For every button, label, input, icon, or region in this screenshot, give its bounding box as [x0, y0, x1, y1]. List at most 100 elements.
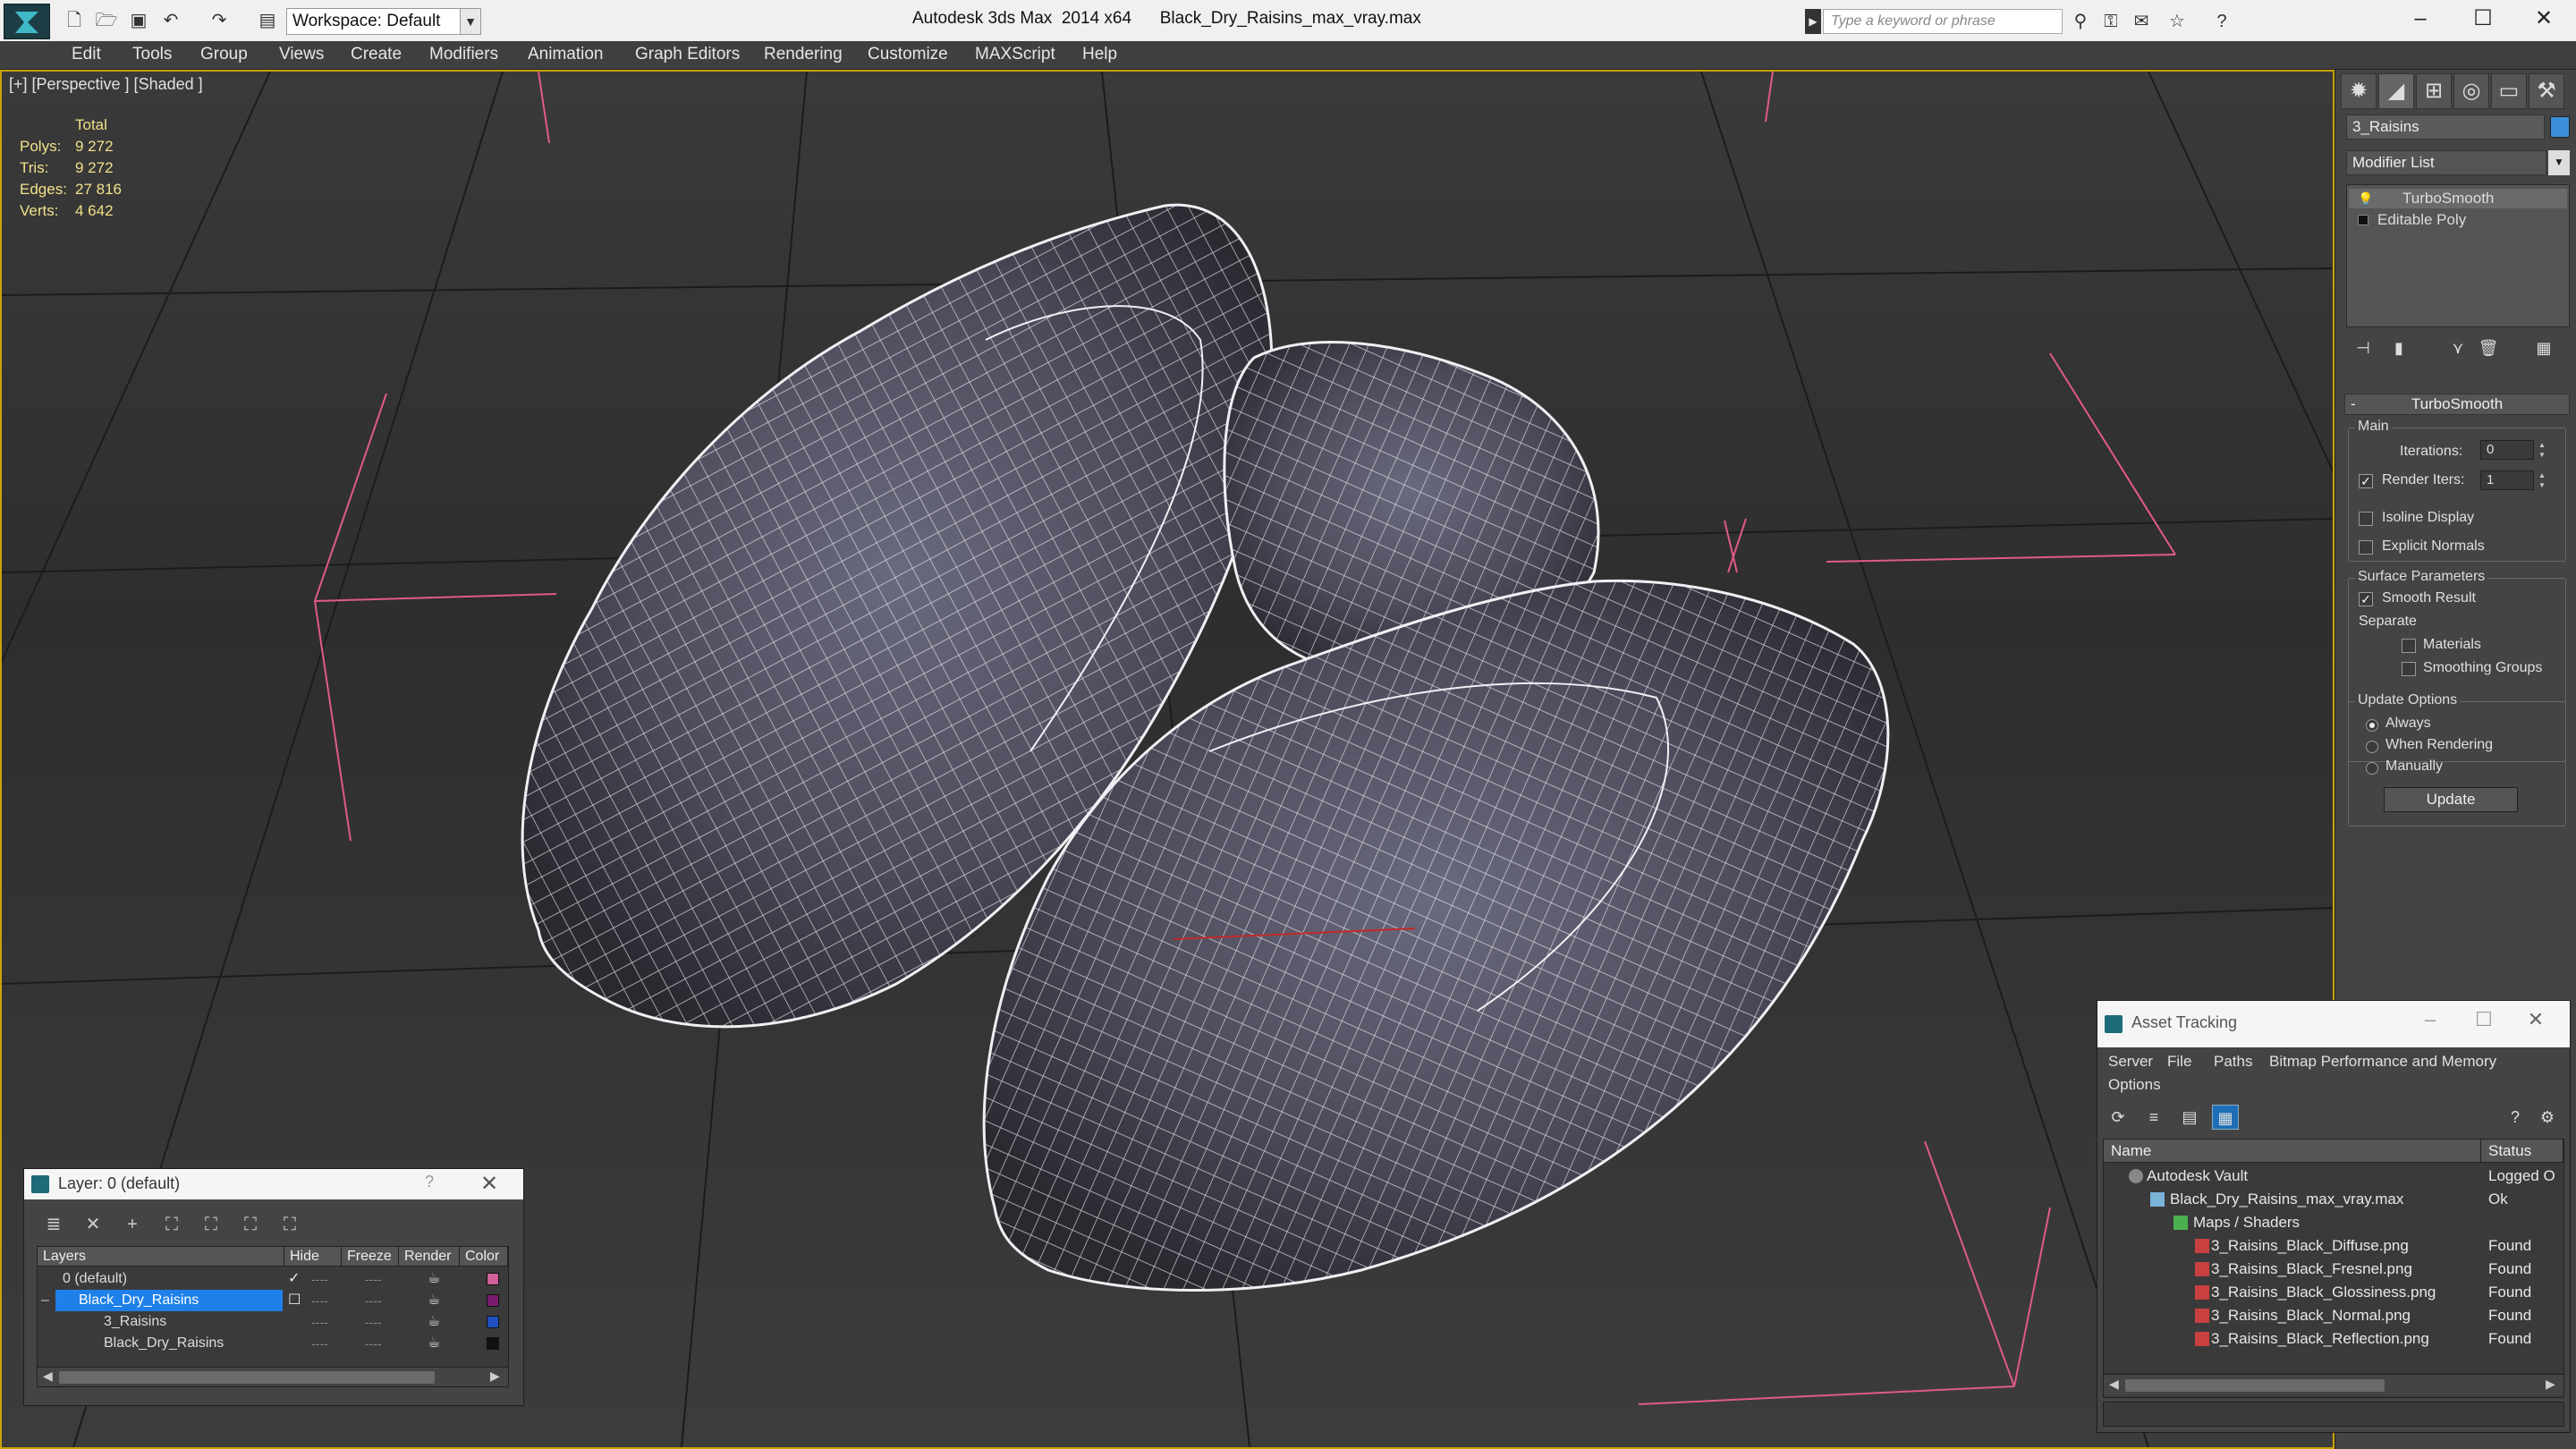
layer-color-swatch[interactable]	[487, 1273, 499, 1285]
open-file-icon[interactable]: 🗁	[95, 9, 118, 32]
list-view-icon[interactable]: ≡	[2140, 1105, 2167, 1130]
render-iters-spinner[interactable]: 1	[2480, 470, 2534, 490]
asset-row[interactable]: Black_Dry_Raisins_max_vray.max Ok	[2104, 1188, 2563, 1211]
layer-row[interactable]: 0 (default) ✓ ---- ---- ☕	[38, 1268, 508, 1290]
menu-maxscript[interactable]: MAXScript	[975, 45, 1055, 64]
scrollbar-thumb[interactable]	[2125, 1379, 2385, 1392]
freeze-toggle[interactable]: ----	[365, 1333, 382, 1354]
hide-toggle[interactable]: ----	[311, 1311, 328, 1333]
favorites-star-icon[interactable]: ☆	[2165, 9, 2190, 34]
make-unique-icon[interactable]: ⋎	[2445, 335, 2471, 361]
scroll-right-icon[interactable]: ▶	[2546, 1377, 2555, 1392]
when-rendering-radio[interactable]	[2366, 741, 2378, 753]
render-teapot-icon[interactable]: ☕	[428, 1268, 440, 1290]
motion-tab-icon[interactable]: ◎	[2453, 73, 2489, 109]
menu-bitmap-performance[interactable]: Bitmap Performance and Memory	[2269, 1053, 2496, 1071]
collapse-icon[interactable]: -	[2351, 394, 2356, 414]
table-view-icon[interactable]: ▤	[2176, 1105, 2203, 1130]
layer-row[interactable]: 3_Raisins ---- ---- ☕	[38, 1311, 508, 1333]
spinner-arrows-icon[interactable]: ▲ ▼	[2536, 470, 2548, 490]
menu-file[interactable]: File	[2167, 1053, 2191, 1071]
layer-row[interactable]: – Black_Dry_Raisins ☐ ---- ---- ☕	[38, 1290, 508, 1311]
expand-toggle-icon[interactable]	[2358, 215, 2368, 225]
asset-row[interactable]: 3_Raisins_Black_Normal.png Found	[2104, 1304, 2563, 1327]
smoothing-groups-checkbox[interactable]	[2402, 662, 2416, 676]
chevron-down-icon[interactable]: ▼	[460, 8, 481, 35]
hide-unhide-all-icon[interactable]: ⛶	[237, 1212, 264, 1237]
smooth-result-checkbox[interactable]: ✓	[2359, 592, 2373, 606]
asset-row[interactable]: 3_Raisins_Black_Diffuse.png Found	[2104, 1234, 2563, 1258]
menu-create[interactable]: Create	[351, 45, 402, 64]
menu-modifiers[interactable]: Modifiers	[429, 45, 498, 64]
minimize-button[interactable]: –	[2412, 1008, 2448, 1031]
remove-modifier-icon[interactable]: 🗑	[2475, 335, 2502, 361]
binoculars-icon[interactable]: ⚲	[2068, 9, 2093, 34]
modifier-list-dropdown[interactable]: Modifier List	[2346, 150, 2546, 175]
render-teapot-icon[interactable]: ☕	[428, 1311, 440, 1333]
column-color[interactable]: Color	[460, 1247, 508, 1267]
asset-row[interactable]: 3_Raisins_Black_Glossiness.png Found	[2104, 1281, 2563, 1304]
asset-row[interactable]: 3_Raisins_Black_Reflection.png Found	[2104, 1327, 2563, 1351]
redo-icon[interactable]: ↷	[208, 9, 231, 32]
column-render[interactable]: Render	[399, 1247, 460, 1267]
scroll-right-icon[interactable]: ▶	[490, 1368, 500, 1384]
freeze-toggle[interactable]: ----	[365, 1290, 382, 1311]
asset-row[interactable]: 3_Raisins_Black_Fresnel.png Found	[2104, 1258, 2563, 1281]
project-folder-icon[interactable]: ▤	[256, 9, 279, 32]
scroll-left-icon[interactable]: ◀	[43, 1368, 53, 1384]
scrollbar-thumb[interactable]	[59, 1371, 435, 1384]
subscription-icon[interactable]: ⚿	[2098, 9, 2123, 34]
add-to-layer-icon[interactable]: +	[119, 1212, 146, 1237]
menu-graph-editors[interactable]: Graph Editors	[635, 45, 740, 64]
iterations-spinner[interactable]: 0	[2480, 440, 2534, 460]
help-icon[interactable]: ?	[2209, 9, 2234, 34]
workspace-dropdown[interactable]: Workspace: Default	[286, 8, 479, 35]
viewport-label[interactable]: [+] [Perspective ] [Shaded ]	[9, 75, 203, 94]
hide-toggle[interactable]: ----	[311, 1333, 328, 1354]
asset-row[interactable]: Autodesk Vault Logged O	[2104, 1165, 2563, 1188]
menu-paths[interactable]: Paths	[2214, 1053, 2252, 1071]
modify-tab-icon[interactable]: ◢	[2378, 73, 2414, 109]
scroll-left-icon[interactable]: ◀	[2109, 1377, 2119, 1392]
save-file-icon[interactable]: ▣	[127, 9, 150, 32]
asset-tracking-titlebar[interactable]: Asset Tracking – ☐ ✕	[2097, 1001, 2570, 1047]
current-layer-check-icon[interactable]: ☐	[288, 1290, 301, 1311]
delete-layer-icon[interactable]: ✕	[80, 1212, 106, 1237]
menu-server[interactable]: Server	[2108, 1053, 2153, 1071]
object-name-field[interactable]: 3_Raisins	[2346, 114, 2545, 140]
utilities-tab-icon[interactable]: ⚒	[2529, 73, 2564, 109]
materials-checkbox[interactable]	[2402, 639, 2416, 653]
column-layers[interactable]: Layers	[38, 1247, 284, 1267]
layer-color-swatch[interactable]	[487, 1316, 499, 1328]
menu-customize[interactable]: Customize	[868, 45, 948, 64]
refresh-icon[interactable]: ⟳	[2105, 1105, 2131, 1130]
stack-item-turbosmooth[interactable]: 💡 TurboSmooth	[2349, 189, 2567, 208]
menu-tools[interactable]: Tools	[132, 45, 172, 64]
search-input[interactable]: Type a keyword or phrase	[1823, 9, 2063, 34]
app-logo-button[interactable]	[4, 4, 50, 39]
menu-edit[interactable]: Edit	[72, 45, 101, 64]
freeze-toggle[interactable]: ----	[365, 1268, 382, 1290]
object-color-swatch[interactable]	[2550, 116, 2570, 138]
manually-radio[interactable]	[2366, 762, 2378, 775]
configure-sets-icon[interactable]: ▦	[2530, 335, 2557, 361]
chevron-down-icon[interactable]: ▼	[2548, 150, 2570, 175]
column-freeze[interactable]: Freeze	[342, 1247, 399, 1267]
layer-dialog-titlebar[interactable]: Layer: 0 (default) ? ✕	[24, 1169, 523, 1199]
pin-stack-icon[interactable]: ⊣	[2350, 335, 2377, 361]
menu-animation[interactable]: Animation	[528, 45, 604, 64]
layer-color-swatch[interactable]	[487, 1337, 499, 1350]
create-layer-icon[interactable]: ≣	[40, 1212, 67, 1237]
asset-horizontal-scrollbar[interactable]: ◀ ▶	[2104, 1374, 2563, 1395]
column-name[interactable]: Name	[2104, 1140, 2481, 1163]
display-tab-icon[interactable]: ▭	[2491, 73, 2527, 109]
turbosmooth-rollout-header[interactable]: - TurboSmooth	[2344, 394, 2570, 415]
help-icon[interactable]: ?	[2502, 1105, 2529, 1130]
render-iters-checkbox[interactable]: ✓	[2359, 474, 2373, 488]
menu-rendering[interactable]: Rendering	[764, 45, 843, 64]
stack-item-editable-poly[interactable]: Editable Poly	[2349, 210, 2567, 230]
hide-toggle[interactable]: ----	[311, 1268, 328, 1290]
lightbulb-icon[interactable]: 💡	[2358, 189, 2373, 208]
hide-toggle[interactable]: ----	[311, 1290, 328, 1311]
layer-row[interactable]: Black_Dry_Raisins ---- ---- ☕	[38, 1333, 508, 1354]
